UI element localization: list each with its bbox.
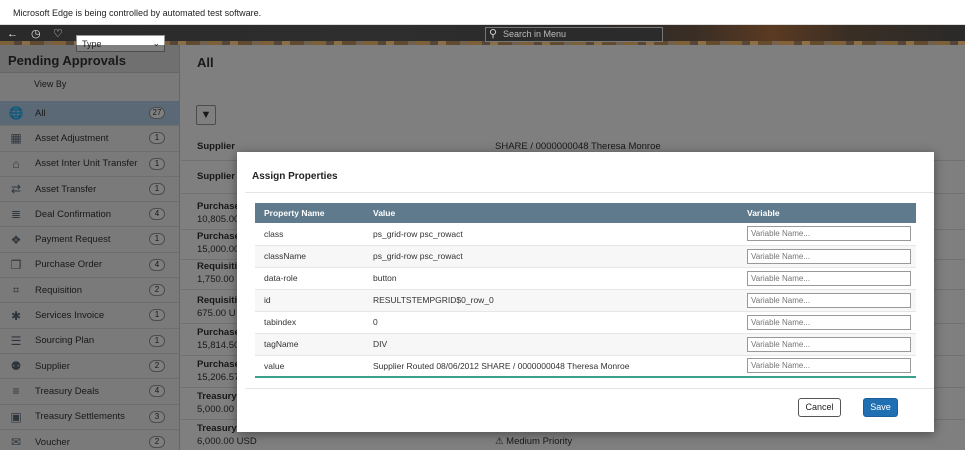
property-name-cell: value bbox=[255, 355, 364, 378]
variable-name-input[interactable] bbox=[747, 270, 911, 286]
variable-cell bbox=[738, 355, 916, 378]
variable-cell bbox=[738, 267, 916, 290]
property-value-cell: Supplier Routed 08/06/2012 SHARE / 00000… bbox=[364, 355, 738, 378]
table-row: tagName DIV bbox=[255, 333, 916, 356]
property-name-cell: class bbox=[255, 223, 364, 246]
property-name-cell: data-role bbox=[255, 267, 364, 290]
automation-banner-text: Microsoft Edge is being controlled by au… bbox=[13, 8, 262, 18]
table-row: class ps_grid-row psc_rowact bbox=[255, 223, 916, 246]
variable-name-input[interactable] bbox=[747, 336, 911, 352]
assign-properties-dialog: Assign Properties Property Name Value Va… bbox=[237, 152, 934, 432]
table-row: tabindex 0 bbox=[255, 311, 916, 334]
variable-name-input[interactable] bbox=[747, 292, 911, 308]
column-header-property-name: Property Name bbox=[255, 203, 364, 223]
property-value-cell: DIV bbox=[364, 333, 738, 356]
variable-cell bbox=[738, 289, 916, 312]
save-button[interactable]: Save bbox=[863, 398, 898, 417]
variable-cell bbox=[738, 223, 916, 246]
automation-banner: Microsoft Edge is being controlled by au… bbox=[0, 0, 965, 25]
variable-cell bbox=[738, 311, 916, 334]
variable-cell bbox=[738, 333, 916, 356]
history-icon[interactable]: ◷ bbox=[31, 28, 41, 40]
variable-name-input[interactable] bbox=[747, 226, 911, 242]
variable-name-input[interactable] bbox=[747, 248, 911, 264]
property-value-cell: 0 bbox=[364, 311, 738, 334]
properties-table: Property Name Value Variable class ps_gri… bbox=[255, 203, 916, 378]
dialog-divider bbox=[245, 192, 934, 193]
table-row: data-role button bbox=[255, 267, 916, 290]
property-name-cell: tagName bbox=[255, 333, 364, 356]
menu-search-input[interactable]: ⚲ Search in Menu bbox=[485, 27, 663, 42]
property-value-cell: ps_grid-row psc_rowact bbox=[364, 245, 738, 268]
property-value-cell: ps_grid-row psc_rowact bbox=[364, 223, 738, 246]
variable-cell bbox=[738, 245, 916, 268]
variable-name-input[interactable] bbox=[747, 358, 911, 374]
property-value-cell: button bbox=[364, 267, 738, 290]
table-row: className ps_grid-row psc_rowact bbox=[255, 245, 916, 268]
table-row: value Supplier Routed 08/06/2012 SHARE / … bbox=[255, 355, 916, 378]
dialog-title: Assign Properties bbox=[252, 171, 338, 182]
column-header-value: Value bbox=[364, 203, 738, 223]
property-name-cell: id bbox=[255, 289, 364, 312]
menu-search-placeholder: Search in Menu bbox=[503, 29, 567, 39]
variable-name-input[interactable] bbox=[747, 314, 911, 330]
table-row: id RESULTSTEMPGRID$0_row_0 bbox=[255, 289, 916, 312]
search-icon: ⚲ bbox=[489, 28, 498, 40]
property-value-cell: RESULTSTEMPGRID$0_row_0 bbox=[364, 289, 738, 312]
property-name-cell: className bbox=[255, 245, 364, 268]
favorites-heart-icon[interactable]: ♡ bbox=[53, 28, 63, 40]
table-header-row: Property Name Value Variable bbox=[255, 203, 916, 223]
cancel-button[interactable]: Cancel bbox=[798, 398, 841, 417]
back-arrow-icon[interactable]: ← bbox=[7, 28, 18, 40]
property-name-cell: tabindex bbox=[255, 311, 364, 334]
dialog-footer-divider bbox=[245, 388, 934, 389]
column-header-variable: Variable bbox=[738, 203, 916, 223]
